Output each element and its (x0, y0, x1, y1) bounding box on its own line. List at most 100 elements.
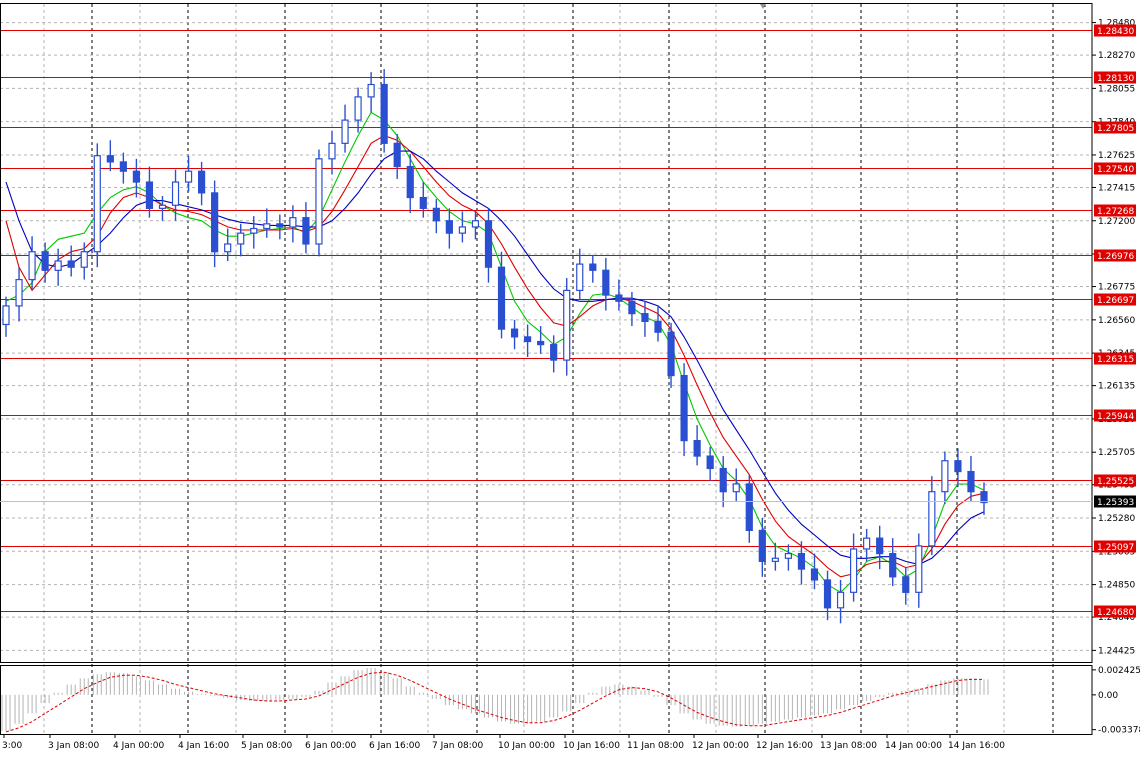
candle-body (237, 232, 245, 245)
time-axis: 3:00 3 Jan 08:00 4 Jan 00:00 4 Jan 16:00 5 J… (2, 734, 1005, 751)
chart-grid (0, 4, 1092, 734)
price-tick-label: 1.26135 (1098, 382, 1135, 392)
candle-body (145, 181, 154, 209)
oscillator-panel (1, 668, 989, 733)
candle-body (823, 579, 832, 609)
price-tick-label: 1.25280 (1098, 514, 1135, 524)
time-tick-label: 6 Jan 16:00 (369, 741, 421, 751)
candle-body (198, 170, 206, 194)
candle-body (315, 158, 323, 245)
price-tick-label: 1.27625 (1098, 151, 1135, 161)
candle-body (263, 223, 271, 230)
price-tick-label: 1.27200 (1098, 217, 1135, 227)
price-chart[interactable]: 1.284801.282701.280551.278401.276251.274… (0, 0, 1140, 757)
candle-body (602, 269, 610, 296)
candle-body (302, 217, 310, 245)
time-tick-label: 4 Jan 00:00 (113, 741, 165, 751)
candle-body (758, 529, 766, 562)
level-price-label: 1.27540 (1097, 165, 1134, 175)
candle-body (380, 83, 388, 144)
candle-body (354, 96, 362, 121)
price-tick-label: 1.28055 (1098, 84, 1135, 94)
candle-body (641, 313, 649, 322)
horizontal-levels (0, 30, 1092, 612)
candle-body (523, 336, 532, 343)
time-tick-label: 3:00 (2, 741, 22, 751)
candle-body (589, 263, 597, 271)
candle-body (250, 227, 258, 234)
candle-body (980, 491, 988, 504)
oscillator-panel-border (0, 665, 1093, 735)
candle-body (184, 170, 193, 183)
candle-body (928, 491, 936, 547)
candle-body (941, 460, 949, 493)
candle-body (537, 340, 545, 346)
candle-body (915, 545, 923, 593)
level-price-label: 1.25525 (1097, 477, 1134, 487)
level-price-label: 1.25097 (1097, 543, 1134, 553)
candle-body (367, 83, 375, 98)
moving-average-line-3 (5, 150, 985, 566)
candle-body (171, 181, 180, 206)
candle-body (615, 294, 623, 302)
candle-body (876, 537, 884, 555)
candle-body (849, 548, 858, 593)
candle-body (471, 220, 480, 228)
price-axis: 1.284801.282701.280551.278401.276251.274… (0, 19, 1140, 736)
candle-body (28, 251, 36, 281)
candle-body (628, 300, 636, 315)
time-tick-label: 10 Jan 00:00 (498, 741, 555, 751)
time-tick-label: 5 Jan 08:00 (241, 741, 293, 751)
candle-body (119, 161, 127, 172)
candle-body (967, 470, 975, 493)
time-tick-label: 7 Jan 08:00 (432, 741, 484, 751)
candle-body (667, 331, 675, 377)
candle-body (67, 260, 75, 268)
candle-body (497, 266, 506, 330)
current-price-label: 1.25393 (1097, 498, 1134, 508)
candle-body (289, 217, 297, 228)
candle-body (328, 142, 336, 160)
candle-body (393, 142, 401, 168)
level-price-label: 1.27805 (1097, 124, 1134, 134)
candle-body (680, 374, 688, 442)
candle-body (419, 196, 427, 209)
level-price-label: 1.26976 (1097, 252, 1134, 262)
candle-body (80, 251, 88, 268)
candle-body (54, 260, 62, 271)
oscillator-tick-label: 0.002425 (1098, 666, 1140, 676)
level-price-label: 1.25944 (1097, 412, 1134, 422)
time-tick-label: 12 Jan 16:00 (756, 741, 813, 751)
candle-body (211, 192, 219, 253)
candle-body (93, 155, 101, 253)
oscillator-tick-label: -0.003378 (1098, 726, 1140, 736)
candle-body (445, 220, 453, 234)
time-tick-label: 4 Jan 16:00 (178, 741, 230, 751)
candle-body (2, 305, 10, 326)
candle-body (41, 251, 49, 271)
candle-body (550, 344, 558, 361)
candle-body (432, 207, 440, 222)
price-tick-label: 1.26560 (1098, 316, 1135, 326)
candle-body (889, 553, 897, 578)
time-tick-label: 13 Jan 08:00 (820, 741, 877, 751)
level-price-label: 1.28130 (1097, 74, 1134, 84)
candle-body (954, 460, 962, 473)
level-price-label: 1.27268 (1097, 207, 1134, 217)
price-candles (2, 69, 988, 624)
candle-body (836, 591, 845, 609)
price-tick-label: 1.27415 (1098, 183, 1135, 193)
oscillator-tick-label: 0.00 (1098, 691, 1118, 701)
level-price-label: 1.28430 (1097, 27, 1134, 37)
candle-body (458, 226, 466, 234)
candle-body (732, 483, 740, 493)
oscillator-signal-line (5, 671, 984, 733)
time-tick-label: 14 Jan 00:00 (885, 741, 942, 751)
price-panel-border (0, 3, 1093, 663)
candle-body (810, 568, 819, 581)
chart-frame (0, 3, 1093, 735)
candle-body (158, 204, 167, 209)
candle-body (15, 278, 23, 307)
candle-body (510, 328, 519, 338)
level-price-label: 1.26315 (1097, 355, 1134, 365)
